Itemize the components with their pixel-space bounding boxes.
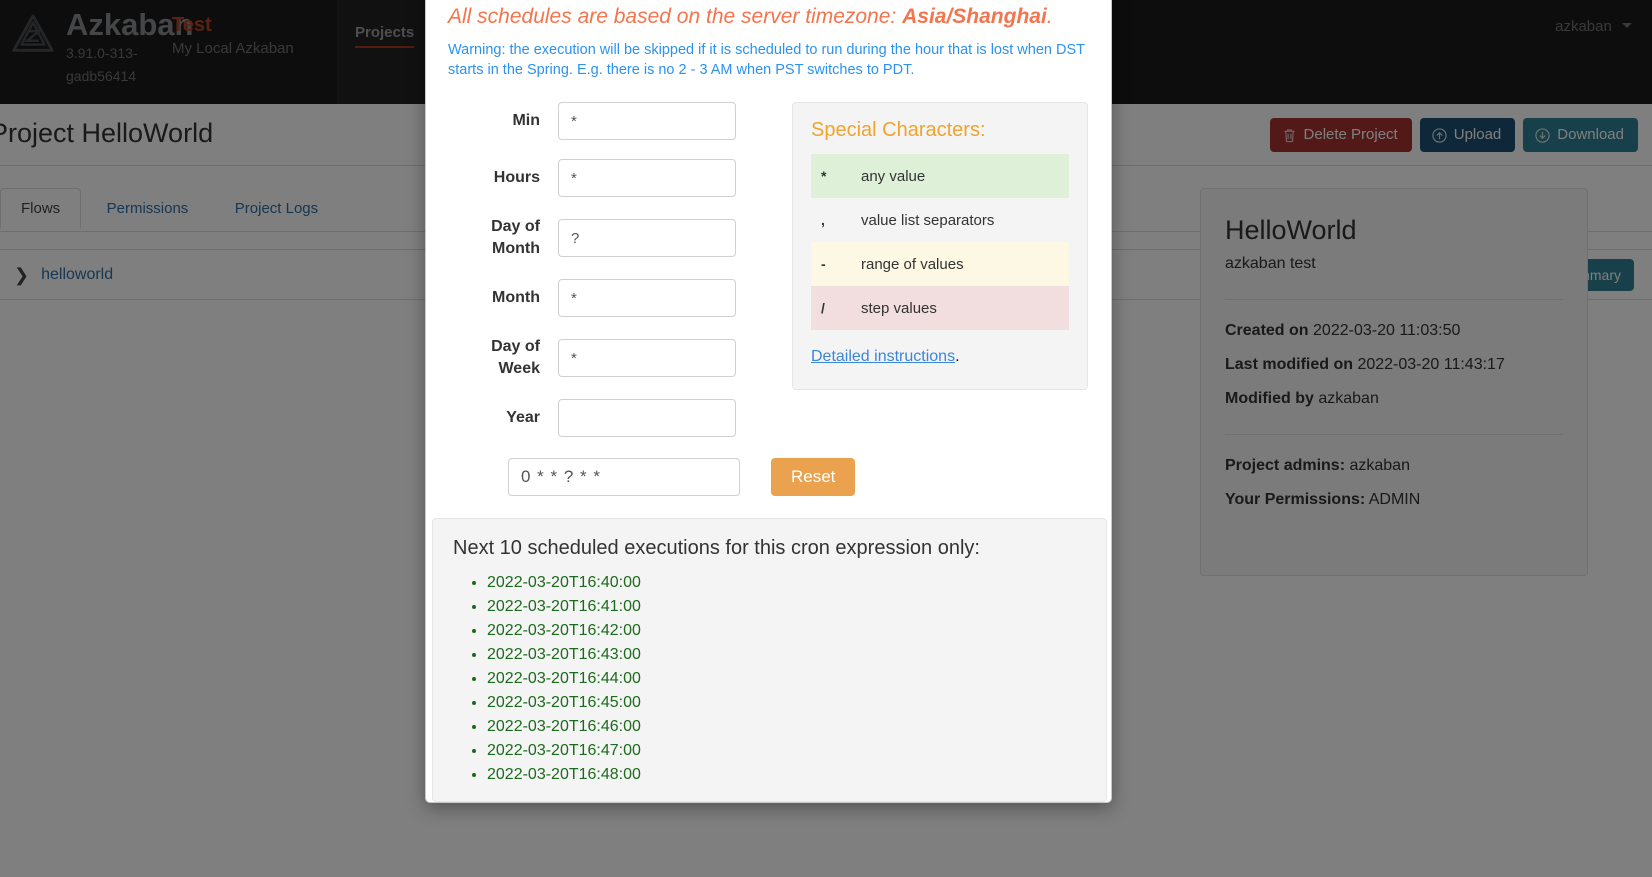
cron-fields: Min Hours Day of Month Month Day of Week	[448, 96, 748, 456]
special-characters-title: Special Characters:	[811, 119, 986, 141]
special-char-description: range of values	[861, 255, 964, 273]
special-characters-panel: Special Characters: * any value , value …	[792, 102, 1088, 390]
special-char-row-dash: - range of values	[811, 242, 1069, 286]
next-execution-item: 2022-03-20T16:43:00	[487, 643, 1086, 667]
next-execution-item: 2022-03-20T16:40:00	[487, 571, 1086, 595]
day-of-week-label: Day of Week	[491, 338, 540, 377]
special-char-row-asterisk: * any value	[811, 154, 1069, 198]
minute-label: Min	[512, 112, 540, 129]
special-char-description: step values	[861, 299, 937, 317]
detailed-instructions-period: .	[955, 348, 960, 365]
special-char-description: any value	[861, 167, 926, 185]
next-execution-item: 2022-03-20T16:46:00	[487, 715, 1086, 739]
day-of-week-input[interactable]	[558, 339, 736, 377]
next-execution-item: 2022-03-20T16:45:00	[487, 691, 1086, 715]
day-of-month-label: Day of Month	[491, 218, 540, 257]
timezone-value: Asia/Shanghai	[902, 5, 1047, 28]
field-row-year: Year	[448, 399, 748, 437]
cron-expression-row: Reset	[426, 456, 1111, 518]
year-label: Year	[506, 409, 540, 426]
timezone-notice-prefix: All schedules are based on the server ti…	[448, 5, 903, 28]
hours-input[interactable]	[558, 159, 736, 197]
next-execution-item: 2022-03-20T16:42:00	[487, 619, 1086, 643]
year-input[interactable]	[558, 399, 736, 437]
next-execution-item: 2022-03-20T16:44:00	[487, 667, 1086, 691]
reset-button[interactable]: Reset	[771, 458, 856, 496]
field-row-minute: Min	[448, 102, 748, 140]
dst-warning-text: Warning: the execution will be skipped i…	[448, 42, 1085, 78]
cron-expression-input[interactable]	[508, 458, 740, 496]
timezone-notice: All schedules are based on the server ti…	[448, 3, 1095, 30]
special-char-description: value list separators	[861, 211, 995, 229]
field-row-hours: Hours	[448, 159, 748, 197]
minute-input[interactable]	[558, 102, 736, 140]
month-input[interactable]	[558, 279, 736, 317]
next-execution-item: 2022-03-20T16:47:00	[487, 739, 1086, 763]
special-char-symbol: -	[821, 256, 826, 272]
cron-schedule-modal: All schedules are based on the server ti…	[425, 0, 1112, 803]
day-of-month-input[interactable]	[558, 219, 736, 257]
special-char-symbol: ,	[821, 212, 825, 228]
detailed-instructions-link[interactable]: Detailed instructions	[811, 348, 955, 366]
modal-header: All schedules are based on the server ti…	[426, 0, 1111, 90]
field-row-day-of-week: Day of Week	[448, 336, 748, 380]
next-execution-item: 2022-03-20T16:48:00	[487, 763, 1086, 787]
hours-label: Hours	[493, 169, 540, 186]
modal-body: Min Hours Day of Month Month Day of Week	[426, 90, 1111, 456]
next-executions-list: 2022-03-20T16:40:002022-03-20T16:41:0020…	[453, 571, 1086, 787]
next-executions-title: Next 10 scheduled executions for this cr…	[453, 537, 980, 559]
special-char-symbol: /	[821, 300, 825, 316]
special-char-symbol: *	[821, 168, 827, 184]
next-executions-panel: Next 10 scheduled executions for this cr…	[432, 518, 1107, 802]
field-row-day-of-month: Day of Month	[448, 216, 748, 260]
timezone-notice-suffix: .	[1046, 5, 1053, 28]
next-execution-item: 2022-03-20T16:41:00	[487, 595, 1086, 619]
month-label: Month	[492, 289, 540, 306]
special-char-row-slash: / step values	[811, 286, 1069, 330]
field-row-month: Month	[448, 279, 748, 317]
special-char-row-comma: , value list separators	[811, 198, 1069, 242]
